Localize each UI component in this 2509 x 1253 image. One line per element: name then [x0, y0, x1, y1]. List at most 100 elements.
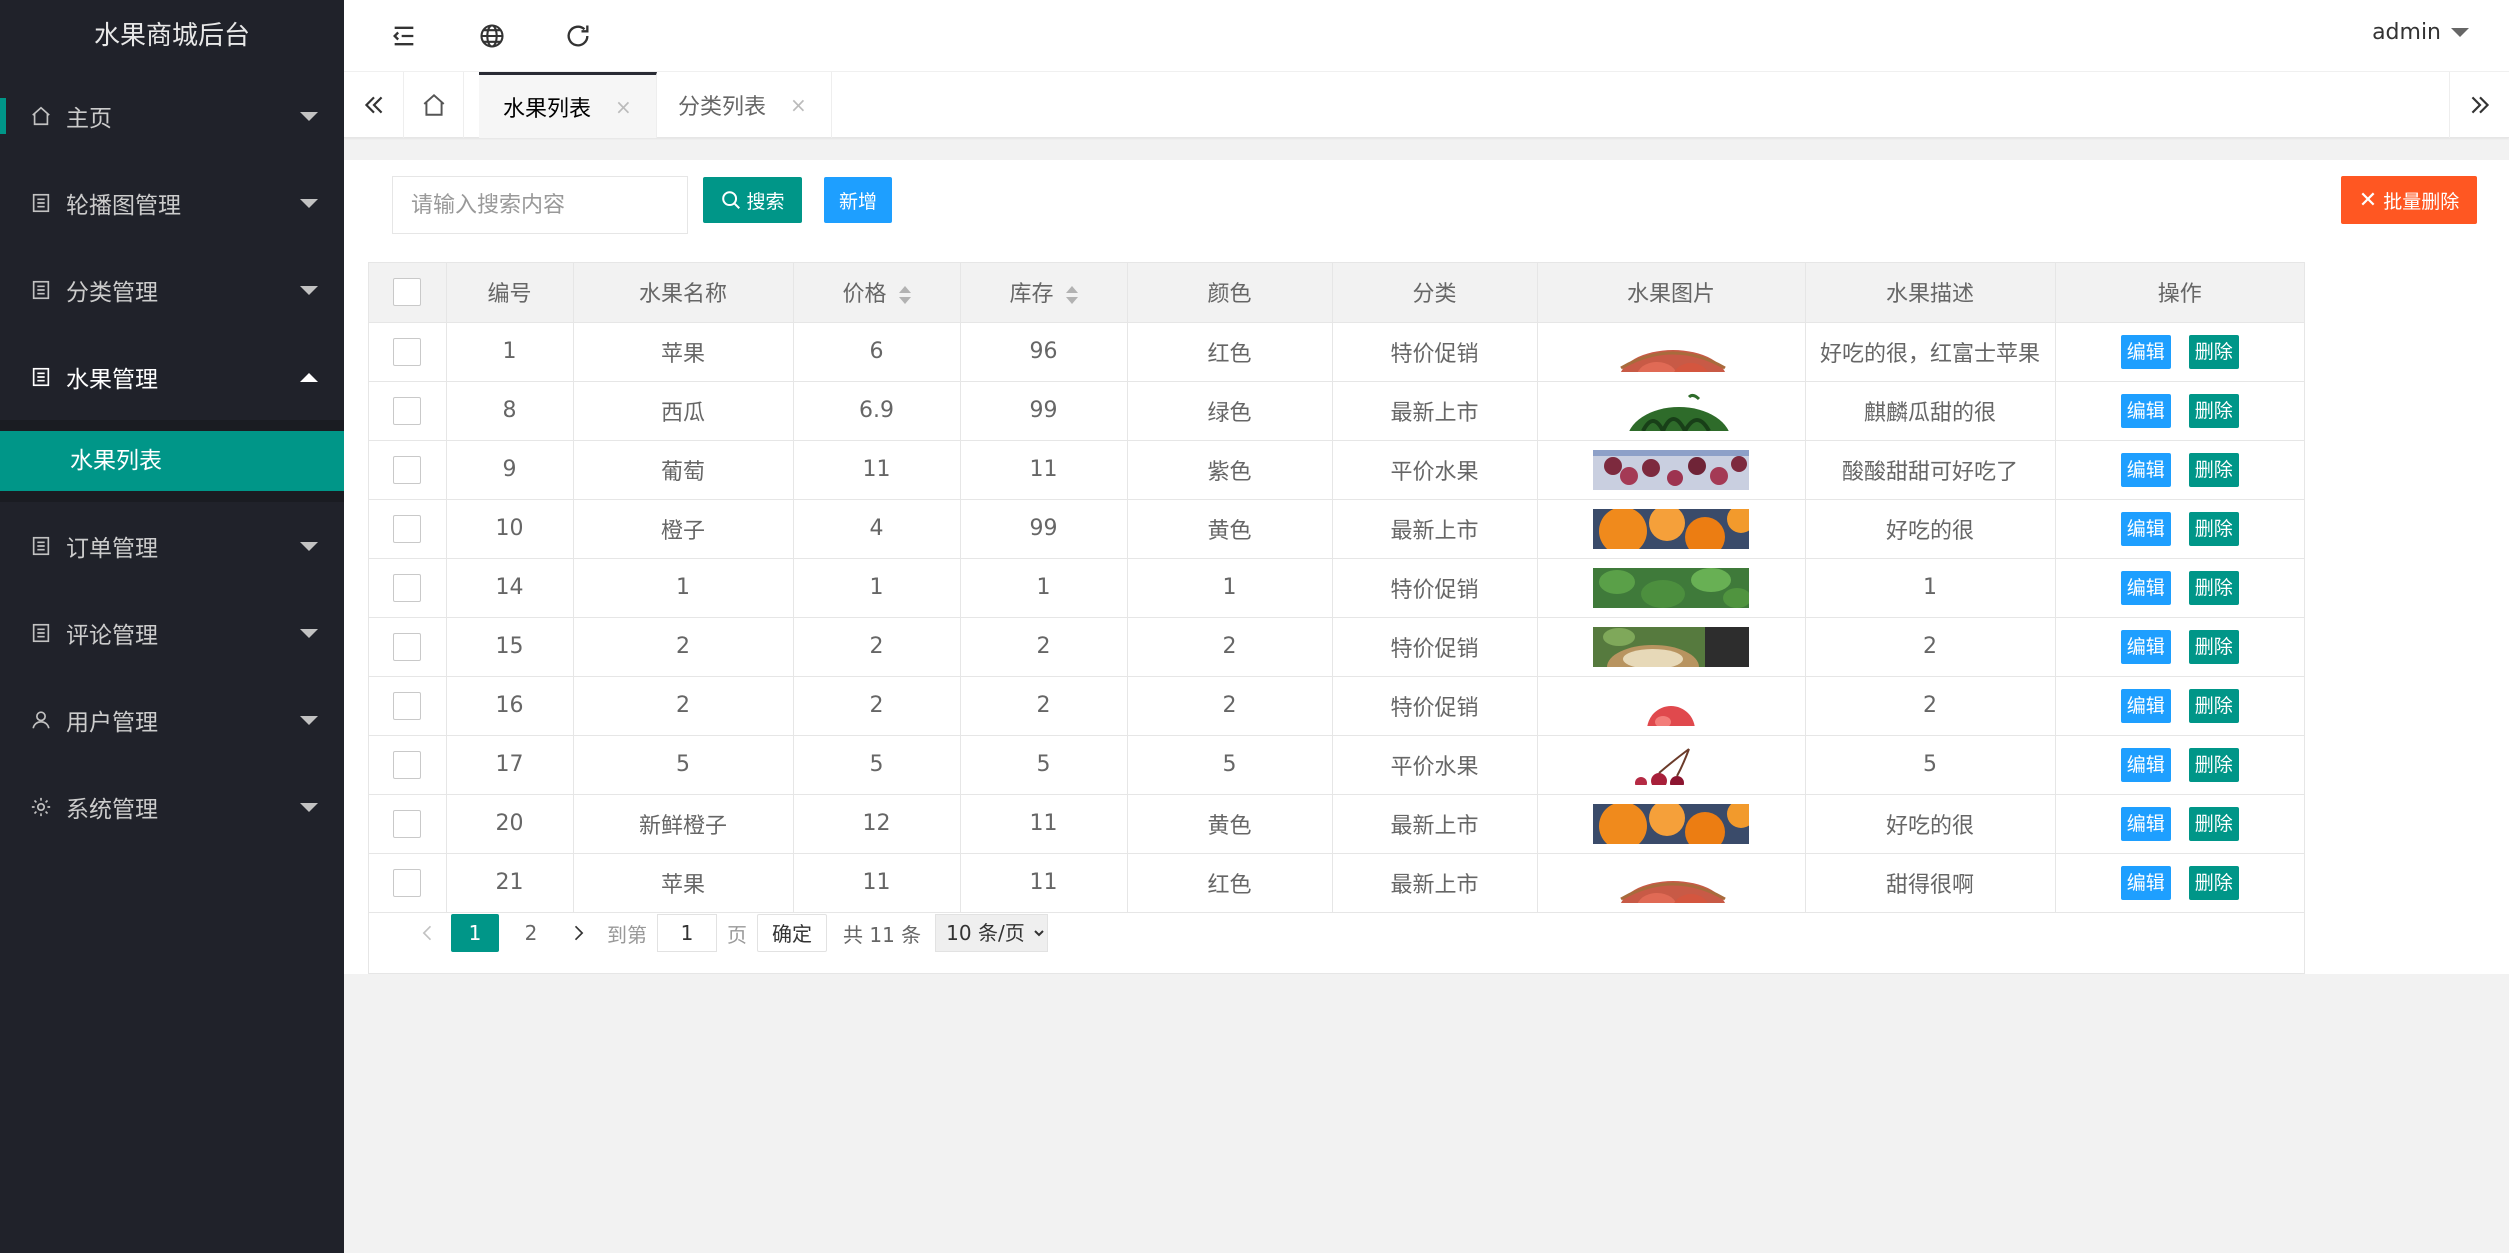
- cell-name: 新鲜橙子: [573, 794, 794, 854]
- tab-category-list[interactable]: 分类列表 ×: [654, 72, 832, 138]
- row-checkbox[interactable]: [393, 750, 422, 779]
- row-checkbox[interactable]: [393, 455, 422, 484]
- delete-button[interactable]: 删除: [2188, 629, 2239, 664]
- sidebar-item-label: 系统管理: [66, 796, 158, 823]
- delete-button[interactable]: 删除: [2188, 806, 2239, 841]
- fruit-image: [1593, 685, 1749, 726]
- delete-button[interactable]: 删除: [2188, 688, 2239, 723]
- cell-stock: 2: [960, 676, 1128, 736]
- cell-price: 6: [793, 322, 961, 382]
- refresh-icon[interactable]: [560, 18, 596, 54]
- close-icon[interactable]: ×: [615, 95, 632, 119]
- cell-desc: 甜得很啊: [1805, 853, 2056, 913]
- sidebar-item-label: 轮播图管理: [66, 192, 181, 219]
- sort-icon[interactable]: [1065, 285, 1078, 305]
- page-2[interactable]: 2: [507, 914, 555, 952]
- cell-name: 1: [573, 558, 794, 618]
- next-page-icon[interactable]: [559, 914, 597, 952]
- edit-button[interactable]: 编辑: [2120, 806, 2171, 841]
- row-checkbox[interactable]: [393, 809, 422, 838]
- edit-button[interactable]: 编辑: [2120, 511, 2171, 546]
- cell-stock: 1: [960, 558, 1128, 618]
- page-1[interactable]: 1: [451, 914, 499, 952]
- cell-image: [1537, 381, 1806, 441]
- delete-button[interactable]: 删除: [2188, 393, 2239, 428]
- edit-button[interactable]: 编辑: [2120, 688, 2171, 723]
- col-stock[interactable]: 库存: [960, 263, 1128, 323]
- delete-button[interactable]: 删除: [2188, 570, 2239, 605]
- total-count: 共 11 条: [843, 922, 922, 947]
- menu-collapse-icon[interactable]: [386, 18, 422, 54]
- chevron-down-icon: [300, 198, 318, 208]
- sort-icon[interactable]: [898, 285, 911, 305]
- col-price[interactable]: 价格: [793, 263, 961, 323]
- cell-id: 17: [446, 735, 574, 795]
- sidebar-item-order[interactable]: 订单管理: [0, 502, 344, 589]
- select-all-checkbox[interactable]: [393, 278, 422, 307]
- sidebar-item-system[interactable]: 系统管理: [0, 763, 344, 850]
- row-checkbox[interactable]: [393, 396, 422, 425]
- delete-button[interactable]: 删除: [2188, 865, 2239, 900]
- row-checkbox[interactable]: [393, 337, 422, 366]
- prev-page-icon[interactable]: [409, 914, 447, 952]
- search-button[interactable]: 搜索: [703, 177, 802, 223]
- page-size-select[interactable]: 10 条/页: [935, 914, 1049, 952]
- edit-button[interactable]: 编辑: [2120, 393, 2171, 428]
- top-header: admin: [344, 0, 2509, 72]
- delete-button[interactable]: 删除: [2188, 511, 2239, 546]
- add-button[interactable]: 新增: [824, 177, 892, 223]
- row-checkbox[interactable]: [393, 868, 422, 897]
- list-icon: [30, 622, 52, 644]
- sidebar-subitem-fruit-list[interactable]: 水果列表: [0, 431, 344, 491]
- edit-button[interactable]: 编辑: [2120, 570, 2171, 605]
- tab-fruit-list[interactable]: 水果列表 ×: [479, 72, 657, 138]
- delete-button[interactable]: 删除: [2188, 334, 2239, 369]
- goto-confirm-button[interactable]: 确定: [757, 914, 827, 952]
- cell-desc: 好吃的很，红富士苹果: [1805, 322, 2056, 382]
- tabs-scroll-right-icon[interactable]: [2449, 72, 2509, 138]
- cell-actions: 编辑 删除: [2055, 440, 2304, 500]
- sidebar-item-home[interactable]: 主页: [0, 72, 344, 159]
- cell-image: [1537, 853, 1806, 913]
- cell-desc: 好吃的很: [1805, 794, 2056, 854]
- close-icon: ✕: [2358, 187, 2378, 213]
- list-icon: [30, 535, 52, 557]
- cell-name: 2: [573, 676, 794, 736]
- sidebar-item-comment[interactable]: 评论管理: [0, 589, 344, 676]
- cell-category: 特价促销: [1332, 617, 1538, 677]
- cell-category: 最新上市: [1332, 381, 1538, 441]
- edit-button[interactable]: 编辑: [2120, 629, 2171, 664]
- home-tab-icon[interactable]: [404, 72, 464, 138]
- cell-category: 最新上市: [1332, 794, 1538, 854]
- cell-desc: 2: [1805, 676, 2056, 736]
- edit-button[interactable]: 编辑: [2120, 747, 2171, 782]
- chevron-down-icon: [300, 715, 318, 725]
- globe-icon[interactable]: [474, 18, 510, 54]
- close-icon[interactable]: ×: [790, 93, 807, 117]
- sidebar-item-category[interactable]: 分类管理: [0, 246, 344, 333]
- row-checkbox[interactable]: [393, 691, 422, 720]
- cell-actions: 编辑 删除: [2055, 322, 2304, 382]
- cell-name: 西瓜: [573, 381, 794, 441]
- row-select-cell: [369, 735, 447, 795]
- user-menu[interactable]: admin: [2372, 20, 2469, 45]
- cell-actions: 编辑 删除: [2055, 676, 2304, 736]
- edit-button[interactable]: 编辑: [2120, 865, 2171, 900]
- delete-button[interactable]: 删除: [2188, 452, 2239, 487]
- row-checkbox[interactable]: [393, 632, 422, 661]
- search-input[interactable]: [392, 176, 688, 234]
- edit-button[interactable]: 编辑: [2120, 452, 2171, 487]
- submenu: 水果列表: [0, 420, 344, 502]
- col-price-label: 价格: [842, 282, 887, 308]
- edit-button[interactable]: 编辑: [2120, 334, 2171, 369]
- row-checkbox[interactable]: [393, 573, 422, 602]
- row-select-cell: [369, 794, 447, 854]
- delete-button[interactable]: 删除: [2188, 747, 2239, 782]
- tabs-scroll-left-icon[interactable]: [344, 72, 404, 138]
- sidebar-item-fruit[interactable]: 水果管理: [0, 333, 344, 420]
- sidebar-item-banner[interactable]: 轮播图管理: [0, 159, 344, 246]
- batch-delete-button[interactable]: ✕ 批量删除: [2341, 176, 2477, 224]
- sidebar-item-user[interactable]: 用户管理: [0, 676, 344, 763]
- goto-page-input[interactable]: [657, 914, 717, 952]
- row-checkbox[interactable]: [393, 514, 422, 543]
